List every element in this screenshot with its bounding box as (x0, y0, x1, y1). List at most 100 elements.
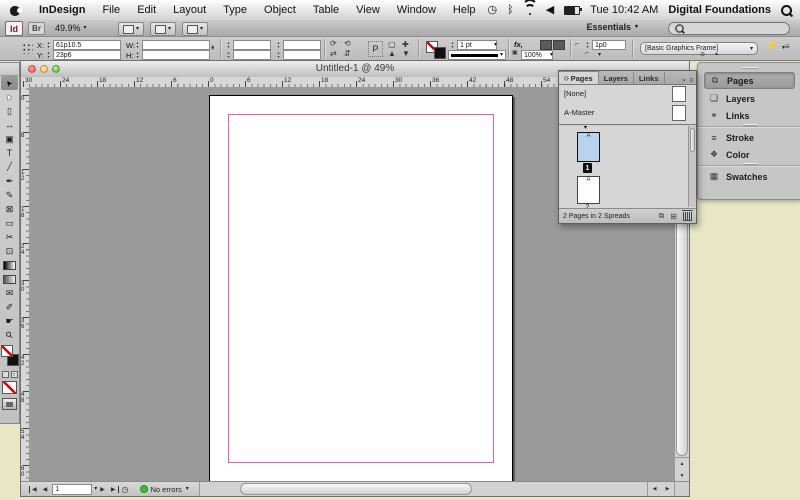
apply-none-button[interactable] (2, 381, 17, 394)
menu-layout[interactable]: Layout (173, 4, 206, 16)
master-a-thumbnail[interactable] (672, 105, 686, 121)
y-field[interactable]: 23p6 (53, 50, 121, 60)
clear-overrides-button[interactable]: ⊘ (700, 51, 705, 60)
hand-tool[interactable]: ☛ (1, 314, 18, 328)
drop-shadow-button[interactable] (540, 40, 552, 50)
content-collector-tool[interactable]: ▣ (1, 132, 18, 146)
page-1-number-badge[interactable]: 1 (583, 163, 592, 173)
rectangle-frame-tool[interactable]: ⊠ (1, 202, 18, 216)
first-page-button[interactable]: ◀ (29, 486, 40, 493)
fill-swatch-none[interactable] (1, 345, 13, 357)
fill-stroke-controls[interactable] (1, 345, 18, 369)
zoom-window-button[interactable] (52, 65, 60, 73)
stroke-weight-caret[interactable]: ▾ (494, 42, 497, 48)
corner-stepper[interactable]: ▴▾ (585, 41, 590, 49)
zoom-tool[interactable]: ⚲ (1, 328, 18, 342)
edit-page-size-button[interactable]: ⧉ (659, 211, 665, 221)
stroke-weight-stepper[interactable]: ▴▾ (450, 41, 455, 49)
previous-page-button[interactable]: ◀ (40, 486, 51, 493)
quick-apply-button[interactable]: ⚡ (766, 41, 778, 50)
wifi-icon[interactable] (524, 5, 536, 15)
page-tool[interactable]: ▯ (1, 104, 18, 118)
corner-radius-field[interactable]: 1p0 (592, 40, 626, 50)
scroll-up-icon[interactable]: ▲ (680, 461, 685, 467)
rotation-angle-field[interactable] (283, 40, 321, 50)
break-link-style-button[interactable]: ⚭ (714, 51, 719, 60)
minimize-button[interactable] (40, 65, 48, 73)
x-stepper[interactable]: ▴▾ (46, 41, 51, 49)
flip-horizontal-button[interactable]: ⇄ (330, 49, 337, 58)
dock-button-pages[interactable]: ⧉Pages (704, 72, 795, 89)
arrange-documents-dropdown[interactable]: ▾ (182, 22, 208, 36)
time-machine-icon[interactable]: ◷ (488, 0, 498, 20)
pen-tool[interactable]: ✒ (1, 174, 18, 188)
dock-button-layers[interactable]: ❏Layers (704, 91, 795, 106)
scale-y-stepper[interactable]: ▴▾ (226, 51, 231, 59)
scroll-left-icon[interactable]: ◀ (653, 486, 657, 492)
corner-shape-caret[interactable]: ▾ (598, 52, 601, 58)
rotate-cw-button[interactable]: ⟳ (330, 39, 337, 48)
line-tool[interactable]: ╱ (1, 160, 18, 174)
dock-button-links[interactable]: ⚭Links (704, 108, 795, 123)
stroke-fill-proxy[interactable] (426, 41, 448, 57)
gradient-feather-tool[interactable] (1, 272, 18, 286)
menu-view[interactable]: View (356, 4, 380, 16)
page-number-field[interactable]: 1 (52, 484, 92, 495)
menu-object[interactable]: Object (264, 4, 296, 16)
menu-file[interactable]: File (102, 4, 120, 16)
delete-page-button[interactable] (683, 212, 692, 221)
page-1-canvas[interactable] (209, 95, 513, 482)
select-container-button[interactable]: ▢ (388, 40, 396, 49)
view-options-dropdown[interactable]: ▾ (118, 22, 144, 36)
apple-icon[interactable] (10, 4, 20, 16)
h-field[interactable] (142, 50, 210, 60)
screen-mode-button[interactable] (2, 398, 17, 410)
horizontal-scroll-thumb[interactable] (240, 483, 472, 495)
preflight-caret[interactable]: ▾ (186, 486, 189, 492)
page-2-thumbnail[interactable]: A (577, 176, 600, 204)
menu-window[interactable]: Window (397, 4, 436, 16)
menu-type[interactable]: Type (223, 4, 247, 16)
search-input[interactable] (668, 22, 790, 35)
menu-help[interactable]: Help (453, 4, 476, 16)
bluetooth-icon[interactable]: ᛒ (507, 0, 514, 20)
scroll-right-icon[interactable]: ▶ (666, 486, 670, 492)
constrain-proportions-icon[interactable]: ⚭ (208, 44, 217, 51)
w-stepper[interactable]: ▴▾ (135, 41, 140, 49)
spotlight-icon[interactable] (781, 5, 792, 16)
x-field[interactable]: 61p10.5 (53, 40, 121, 50)
direct-selection-tool[interactable]: ➤ (1, 90, 18, 104)
preflight-status-text[interactable]: No errors (151, 485, 182, 494)
shear-stepper[interactable]: ▴▾ (276, 51, 281, 59)
zoom-level-dropdown[interactable]: 49.9%▾ (52, 22, 90, 34)
note-tool[interactable]: ✉ (1, 286, 18, 300)
tab-pages[interactable]: ◇Pages (559, 71, 599, 84)
new-page-button[interactable]: ⊞ (670, 212, 677, 221)
bridge-button[interactable]: Br (28, 22, 45, 35)
master-a-item[interactable]: A-Master (564, 108, 594, 117)
shear-angle-field[interactable] (283, 50, 321, 60)
scale-x-stepper[interactable]: ▴▾ (226, 41, 231, 49)
dock-drag-handle[interactable] (742, 67, 758, 69)
w-field[interactable] (142, 40, 210, 50)
opacity-caret[interactable]: ▾ (550, 52, 553, 58)
screen-mode-dropdown[interactable]: ▾ (150, 22, 176, 36)
control-panel-menu[interactable]: ▾≡ (782, 42, 790, 51)
scale-y-field[interactable] (233, 50, 271, 60)
tools-palette-header[interactable] (0, 63, 19, 76)
formatting-affects-text-button[interactable]: T (11, 371, 18, 378)
window-resize-handle[interactable] (674, 482, 689, 496)
gradient-swatch-tool[interactable] (1, 258, 18, 272)
scissors-tool[interactable]: ✂ (1, 230, 18, 244)
rotate-ccw-button[interactable]: ⟲ (344, 39, 351, 48)
stroke-weight-field[interactable]: 1 pt (457, 40, 497, 50)
last-page-button[interactable]: ▶ (108, 486, 119, 493)
preflight-menu-icon[interactable]: ◷ (119, 485, 132, 494)
selection-tool[interactable]: ➤ (1, 76, 18, 90)
menu-table[interactable]: Table (313, 4, 339, 16)
rotation-stepper[interactable]: ▴▾ (276, 41, 281, 49)
horizontal-scrollbar[interactable]: ◀ ▶ (199, 482, 674, 496)
pages-scroll-thumb[interactable] (690, 128, 695, 152)
select-content-button[interactable]: ✚ (402, 40, 409, 49)
object-effect-button[interactable] (553, 40, 565, 50)
